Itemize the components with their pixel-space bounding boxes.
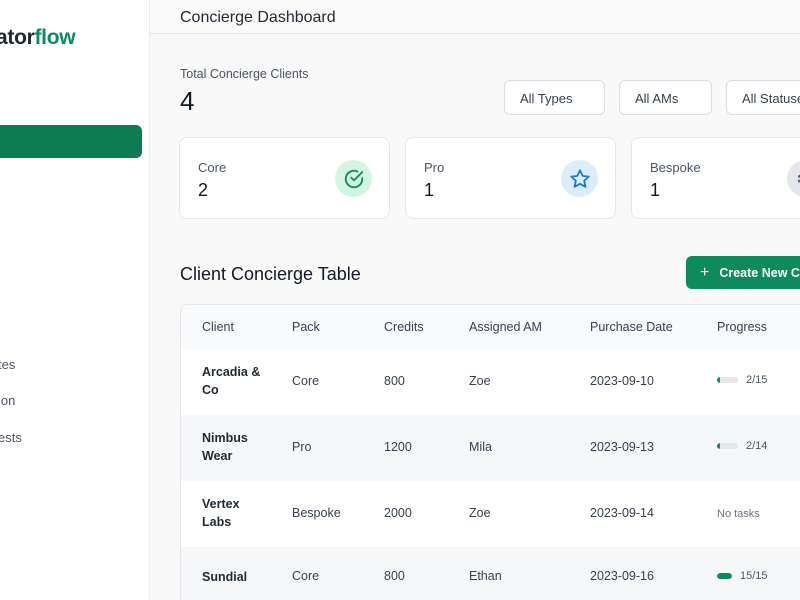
progress-indicator: No tasks (717, 508, 760, 520)
table-row[interactable]: Nimbus Wear Pro 1200 Mila 2023-09-13 2/1… (181, 415, 800, 481)
star-icon (561, 160, 598, 197)
create-button-label: Create New C (719, 265, 800, 280)
progress-text: 15/15 (740, 570, 768, 582)
progress-fill (717, 377, 720, 383)
total-clients-value: 4 (180, 86, 195, 116)
pack-cell: Core (292, 569, 320, 583)
table-header: Client Pack Credits Assigned AM Purchase… (181, 305, 800, 349)
stat-value: 1 (650, 180, 661, 200)
pack-cell: Core (292, 374, 320, 388)
client-name[interactable]: Nimbus Wear (202, 429, 262, 465)
column-header-credits[interactable]: Credits (384, 320, 424, 334)
date-cell: 2023-09-13 (590, 440, 654, 454)
am-cell: Zoe (469, 374, 491, 388)
table-row[interactable]: Arcadia & Co Core 800 Zoe 2023-09-10 2/1… (181, 349, 800, 415)
brand-logo[interactable]: atorflow (0, 26, 76, 50)
table-row[interactable]: Sundial Core 800 Ethan 2023-09-16 15/15 (181, 547, 800, 600)
progress-bar (717, 443, 738, 449)
stat-label: Pro (424, 160, 445, 175)
stat-card-bespoke: Bespoke 1 (631, 137, 800, 219)
plus-icon: + (700, 263, 710, 281)
sidebar-item-requests[interactable]: ests (0, 430, 22, 445)
credits-cell: 800 (384, 569, 405, 583)
page-title: Concierge Dashboard (180, 9, 336, 26)
progress-text: No tasks (717, 508, 760, 520)
progress-indicator: 15/15 (717, 570, 768, 582)
client-table: Client Pack Credits Assigned AM Purchase… (180, 304, 800, 600)
column-header-client[interactable]: Client (202, 320, 234, 334)
stat-card-pro: Pro 1 (405, 137, 616, 219)
gear-icon (787, 160, 800, 197)
filter-status-select[interactable]: All Statuses (726, 80, 800, 115)
stat-card-core: Core 2 (179, 137, 390, 219)
filter-am-select[interactable]: All AMs (619, 80, 712, 115)
pack-cell: Pro (292, 440, 312, 454)
column-header-purchase-date[interactable]: Purchase Date (590, 320, 673, 334)
credits-cell: 1200 (384, 440, 412, 454)
total-clients-label: Total Concierge Clients (180, 67, 309, 81)
progress-bar (717, 377, 738, 383)
client-name[interactable]: Sundial (202, 568, 262, 586)
am-cell: Mila (469, 440, 492, 454)
progress-fill (717, 443, 720, 449)
main-content: Concierge Dashboard Total Concierge Clie… (150, 0, 800, 600)
filter-type-select[interactable]: All Types (504, 80, 605, 115)
stat-label: Bespoke (650, 160, 701, 175)
sidebar-item-active[interactable] (0, 125, 142, 158)
date-cell: 2023-09-14 (590, 506, 654, 520)
stat-value: 1 (424, 180, 435, 200)
check-circle-icon (335, 160, 372, 197)
column-header-assigned-am[interactable]: Assigned AM (469, 320, 542, 334)
client-name[interactable]: Arcadia & Co (202, 363, 262, 399)
table-title: Client Concierge Table (180, 264, 361, 284)
stat-value: 2 (198, 180, 209, 200)
sidebar-item-templates[interactable]: tes (0, 357, 15, 372)
progress-bar (717, 573, 732, 579)
column-header-progress[interactable]: Progress (717, 320, 767, 334)
sidebar-item-automation[interactable]: ion (0, 393, 15, 408)
date-cell: 2023-09-16 (590, 569, 654, 583)
date-cell: 2023-09-10 (590, 374, 654, 388)
credits-cell: 2000 (384, 506, 412, 520)
create-new-client-button[interactable]: + Create New C (686, 256, 800, 289)
progress-text: 2/15 (746, 374, 768, 386)
credits-cell: 800 (384, 374, 405, 388)
am-cell: Zoe (469, 506, 491, 520)
progress-indicator: 2/14 (717, 440, 767, 452)
pack-cell: Bespoke (292, 506, 341, 520)
brand-name-accent: flow (34, 26, 76, 49)
table-row[interactable]: Vertex Labs Bespoke 2000 Zoe 2023-09-14 … (181, 481, 800, 547)
progress-text: 2/14 (746, 440, 768, 452)
am-cell: Ethan (469, 569, 502, 583)
column-header-pack[interactable]: Pack (292, 320, 320, 334)
top-bar: Concierge Dashboard (150, 0, 800, 34)
stat-label: Core (198, 160, 227, 175)
sidebar: atorflow tes ion ests (0, 0, 150, 600)
progress-fill (717, 573, 732, 579)
client-name[interactable]: Vertex Labs (202, 495, 262, 531)
brand-name: ator (0, 26, 35, 49)
progress-indicator: 2/15 (717, 374, 767, 386)
